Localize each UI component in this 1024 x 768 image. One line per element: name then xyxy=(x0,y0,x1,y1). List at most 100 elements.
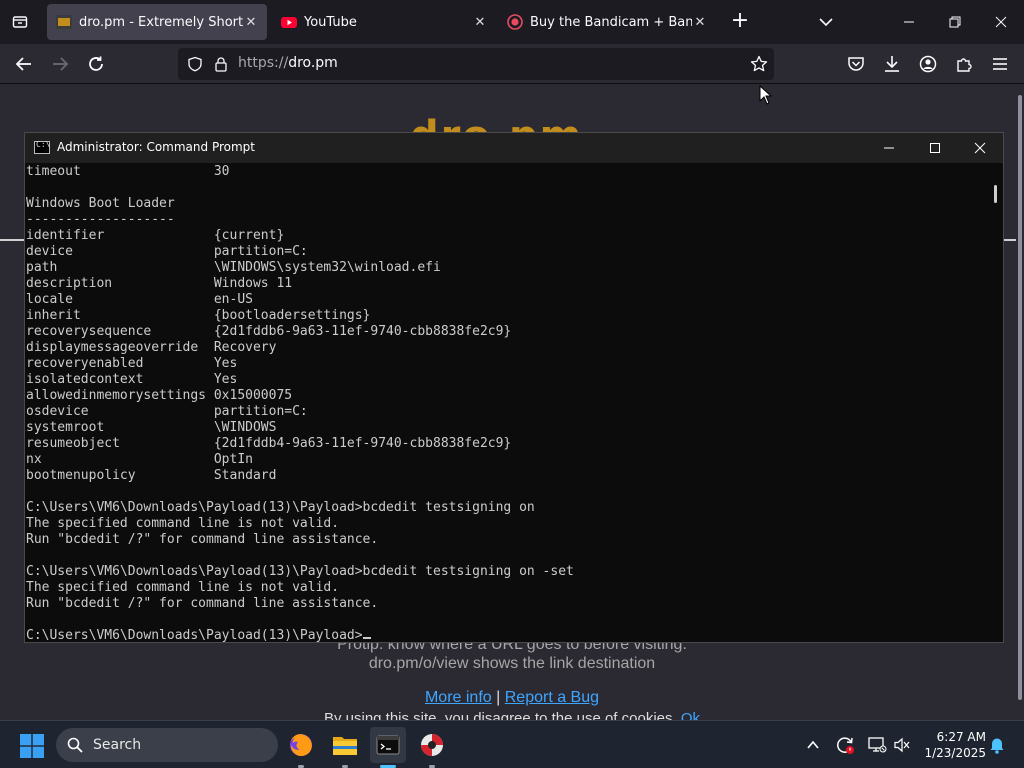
taskbar-file-explorer[interactable] xyxy=(327,727,363,763)
minimize-button[interactable] xyxy=(886,0,932,44)
console-line: resumeobject {2d1fddb4-9a63-11ef-9740-cb… xyxy=(26,436,512,451)
report-bug-link[interactable]: Report a Bug xyxy=(505,689,599,706)
account-icon xyxy=(919,55,937,73)
tab-bar: dro.pm - Extremely Short Links ✕ YouTube… xyxy=(0,0,1024,44)
console-line: The specified command line is not valid. xyxy=(26,580,340,595)
command-prompt-window[interactable]: C:\ Administrator: Command Prompt timeou… xyxy=(24,132,1004,643)
show-hidden-icons-button[interactable] xyxy=(802,734,824,756)
cmd-window-icon: C:\ xyxy=(34,140,50,154)
bookmark-star-icon[interactable] xyxy=(750,55,768,73)
pocket-icon xyxy=(848,57,864,71)
cmd-scrollbar[interactable] xyxy=(988,164,1002,642)
console-line: device partition=C: xyxy=(26,244,308,259)
dropm-favicon-icon xyxy=(56,15,72,29)
close-window-button[interactable] xyxy=(978,0,1024,44)
page-scrollbar-thumb[interactable] xyxy=(1018,95,1022,700)
footer-links: More info | Report a Bug xyxy=(0,689,1024,707)
youtube-favicon-icon xyxy=(281,17,297,28)
puzzle-piece-icon xyxy=(957,58,972,72)
cmd-minimize-button[interactable] xyxy=(866,133,912,163)
console-line: inherit {bootloadersettings} xyxy=(26,308,371,323)
console-line: nx OptIn xyxy=(26,452,253,467)
tab-youtube[interactable]: YouTube ✕ xyxy=(272,4,496,40)
tab-bandicam[interactable]: Buy the Bandicam + Bandicut p ✕ xyxy=(498,4,716,40)
view-hint-text: dro.pm/o/view shows the link destination xyxy=(368,655,656,672)
maximize-icon xyxy=(930,143,940,153)
shield-icon[interactable] xyxy=(187,56,203,72)
console-line: isolatedcontext Yes xyxy=(26,372,238,387)
console-line: timeout 30 xyxy=(26,164,230,179)
new-tab-button[interactable]: + xyxy=(728,10,752,34)
windows-start-icon[interactable] xyxy=(20,734,44,758)
arrow-right-icon xyxy=(53,57,69,71)
account-button[interactable] xyxy=(916,52,940,76)
console-line: The specified command line is not valid. xyxy=(26,516,340,531)
app-menu-button[interactable] xyxy=(988,52,1012,76)
tab-title: dro.pm - Extremely Short Links xyxy=(79,14,243,30)
notifications-button[interactable] xyxy=(986,734,1008,756)
console-prompt: C:\Users\VM6\Downloads\Payload(13)\Paylo… xyxy=(26,628,363,642)
close-icon xyxy=(974,142,986,154)
taskbar-search-box[interactable]: Search xyxy=(56,728,278,762)
close-tab-icon[interactable]: ✕ xyxy=(243,14,259,30)
console-line: C:\Users\VM6\Downloads\Payload(13)\Paylo… xyxy=(26,564,574,579)
tab-dropm[interactable]: dro.pm - Extremely Short Links ✕ xyxy=(47,4,267,40)
taskbar-terminal[interactable] xyxy=(370,727,406,763)
lock-icon[interactable] xyxy=(213,56,229,72)
bandicam-icon xyxy=(421,734,443,756)
console-line: ------------------- xyxy=(26,212,175,227)
cmd-close-button[interactable] xyxy=(957,133,1003,163)
taskbar-bandicam[interactable] xyxy=(414,727,450,763)
console-line: osdevice partition=C: xyxy=(26,404,308,419)
pocket-button[interactable] xyxy=(844,52,868,76)
sync-alert-icon xyxy=(837,737,854,754)
volume-button[interactable] xyxy=(891,734,913,756)
cmd-scrollbar-thumb[interactable] xyxy=(994,185,997,203)
divider-left xyxy=(0,239,24,241)
console-line: systemroot \WINDOWS xyxy=(26,420,277,435)
arrow-left-icon xyxy=(15,57,31,71)
reload-button[interactable] xyxy=(84,52,108,76)
restore-button[interactable] xyxy=(932,0,978,44)
back-button[interactable] xyxy=(12,52,36,76)
console-line: identifier {current} xyxy=(26,228,285,243)
network-status-button[interactable] xyxy=(866,734,888,756)
text-cursor xyxy=(362,637,371,639)
console-output[interactable]: timeout 30 Windows Boot Loader -----------… xyxy=(26,164,986,642)
search-label: Search xyxy=(93,737,142,753)
taskbar-clock[interactable]: 6:27 AM 1/23/2025 xyxy=(916,729,986,761)
firefox-view-icon xyxy=(12,16,28,28)
speaker-muted-icon xyxy=(894,737,910,753)
list-all-tabs-button[interactable] xyxy=(814,10,838,34)
terminal-icon xyxy=(376,735,400,755)
tray-sync-button[interactable] xyxy=(834,734,856,756)
clock-date: 1/23/2025 xyxy=(924,746,986,760)
firefox-view-button[interactable] xyxy=(8,10,32,34)
minimize-icon xyxy=(884,147,894,149)
cmd-title-bar[interactable]: C:\ Administrator: Command Prompt xyxy=(25,133,1003,163)
network-disconnected-icon xyxy=(868,737,887,753)
url-text[interactable]: https://dro.pm xyxy=(238,55,338,71)
taskbar-firefox[interactable] xyxy=(283,727,319,763)
extensions-button[interactable] xyxy=(952,52,976,76)
console-prompt-line[interactable]: C:\Users\VM6\Downloads\Payload(13)\Paylo… xyxy=(26,628,986,642)
hamburger-menu-icon xyxy=(993,58,1007,70)
close-tab-icon[interactable]: ✕ xyxy=(472,14,488,30)
console-line: locale en-US xyxy=(26,292,253,307)
console-line: Run "bcdedit /?" for command line assist… xyxy=(26,596,379,611)
tab-title: YouTube xyxy=(304,14,357,30)
cookie-ok-link[interactable]: Ok xyxy=(681,710,700,720)
downloads-button[interactable] xyxy=(880,52,904,76)
cookie-text: By using this site, you disagree to the … xyxy=(323,710,677,720)
close-icon xyxy=(995,16,1007,28)
cmd-maximize-button[interactable] xyxy=(912,133,958,163)
navigation-toolbar: https://dro.pm xyxy=(0,44,1024,84)
forward-button[interactable] xyxy=(48,52,72,76)
more-info-link[interactable]: More info xyxy=(425,689,492,706)
address-bar[interactable]: https://dro.pm xyxy=(178,48,774,80)
chevron-up-icon xyxy=(807,740,819,749)
close-tab-icon[interactable]: ✕ xyxy=(692,14,708,30)
restore-icon xyxy=(949,16,961,28)
